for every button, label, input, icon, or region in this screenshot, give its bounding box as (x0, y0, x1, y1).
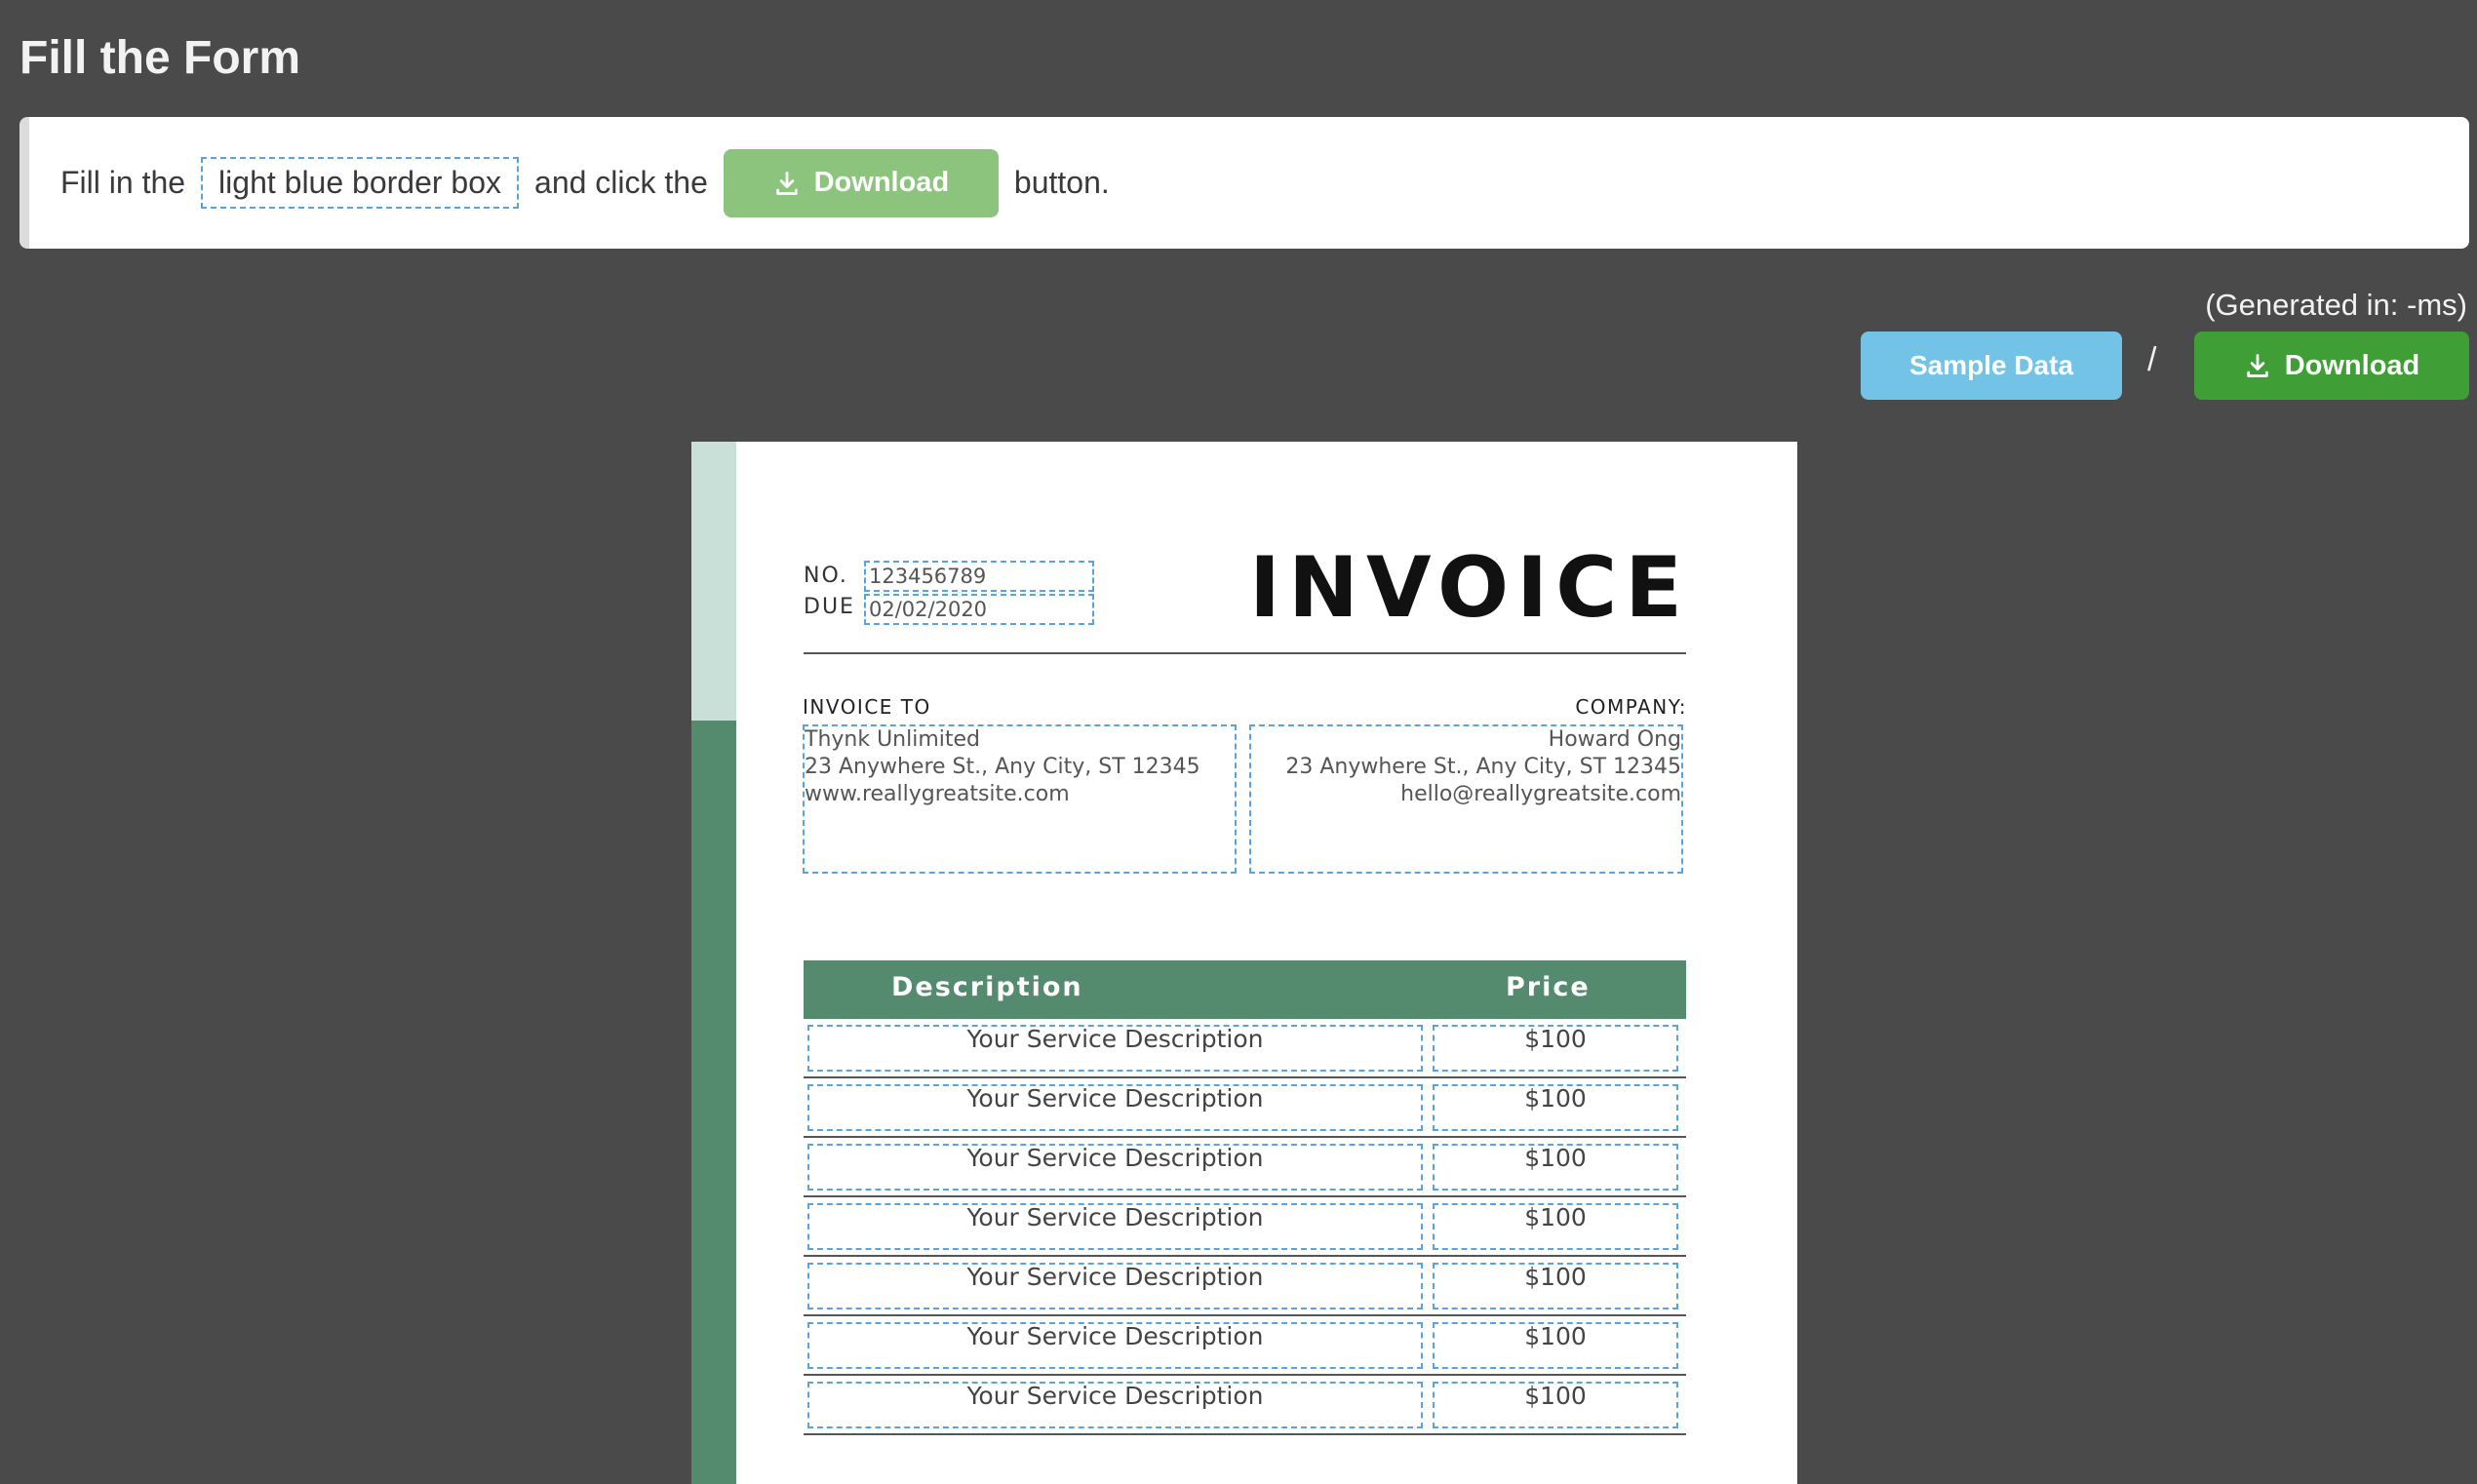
row-description-field[interactable]: Your Service Description (807, 1322, 1423, 1369)
header-divider (804, 652, 1686, 654)
instruction-prefix: Fill in the (60, 165, 186, 200)
instruction-download-label: Download (813, 167, 950, 198)
download-button-label: Download (2284, 349, 2420, 381)
side-bar-light (691, 442, 736, 721)
invoice-no-label: NO. (804, 564, 848, 588)
row-price-field[interactable]: $100 (1433, 1382, 1678, 1428)
row-price-field[interactable]: $100 (1433, 1144, 1678, 1191)
company-label: COMPANY: (1575, 695, 1687, 719)
items-table-header: Description Price (804, 960, 1686, 1019)
row-description-field[interactable]: Your Service Description (807, 1084, 1423, 1131)
side-bar-dark (691, 721, 736, 1484)
instruction-bar: Fill in the light blue border box and cl… (20, 117, 2469, 249)
table-row: Your Service Description $100 (804, 1138, 1686, 1197)
row-description-field[interactable]: Your Service Description (807, 1382, 1423, 1428)
invoice-to-line: Thynk Unlimited (805, 727, 981, 752)
instruction-download-example: Download (723, 148, 999, 217)
instruction-suffix: button. (1013, 165, 1110, 200)
table-row: Your Service Description $100 (804, 1316, 1686, 1376)
row-price-field[interactable]: $100 (1433, 1263, 1678, 1309)
table-row: Your Service Description $100 (804, 1078, 1686, 1138)
invoice-to-label: INVOICE TO (803, 695, 931, 719)
invoice-title: INVOICE (1249, 539, 1690, 637)
download-button[interactable]: Download (2194, 332, 2469, 400)
invoice-no-field[interactable]: 123456789 (864, 561, 1094, 592)
table-row: Your Service Description $100 (804, 1197, 1686, 1257)
invoice-to-field[interactable]: Thynk Unlimited 23 Anywhere St., Any Cit… (803, 724, 1237, 874)
invoice-to-line: 23 Anywhere St., Any City, ST 12345 (805, 755, 1200, 779)
row-description-field[interactable]: Your Service Description (807, 1203, 1423, 1250)
invoice-document: NO. 123456789 DUE 02/02/2020 INVOICE INV… (691, 442, 1797, 1484)
instruction-box-example: light blue border box (201, 157, 520, 209)
row-description-field[interactable]: Your Service Description (807, 1144, 1423, 1191)
company-line: 23 Anywhere St., Any City, ST 12345 (1285, 755, 1681, 779)
row-price-field[interactable]: $100 (1433, 1203, 1678, 1250)
company-line: Howard Ong (1548, 727, 1681, 752)
generated-time: (Generated in: -ms) (2205, 288, 2467, 322)
invoice-to-line: www.reallygreatsite.com (805, 782, 1070, 806)
table-row: Your Service Description $100 (804, 1019, 1686, 1078)
row-price-field[interactable]: $100 (1433, 1025, 1678, 1072)
row-price-field[interactable]: $100 (1433, 1322, 1678, 1369)
table-row: Your Service Description $100 (804, 1376, 1686, 1435)
instruction-middle: and click the (534, 165, 708, 200)
row-description-field[interactable]: Your Service Description (807, 1263, 1423, 1309)
table-row: Your Service Description $100 (804, 1257, 1686, 1316)
description-header: Description (891, 972, 1083, 1002)
download-icon (2246, 354, 2268, 377)
page-title: Fill the Form (20, 32, 300, 84)
row-price-field[interactable]: $100 (1433, 1084, 1678, 1131)
download-icon (775, 171, 798, 195)
separator: / (2147, 341, 2157, 378)
company-line: hello@reallygreatsite.com (1400, 782, 1681, 806)
company-field[interactable]: Howard Ong 23 Anywhere St., Any City, ST… (1249, 724, 1683, 874)
row-description-field[interactable]: Your Service Description (807, 1025, 1423, 1072)
sample-data-button[interactable]: Sample Data (1861, 332, 2122, 400)
invoice-due-field[interactable]: 02/02/2020 (864, 594, 1094, 625)
invoice-due-label: DUE (804, 595, 855, 619)
price-header: Price (1506, 972, 1591, 1002)
